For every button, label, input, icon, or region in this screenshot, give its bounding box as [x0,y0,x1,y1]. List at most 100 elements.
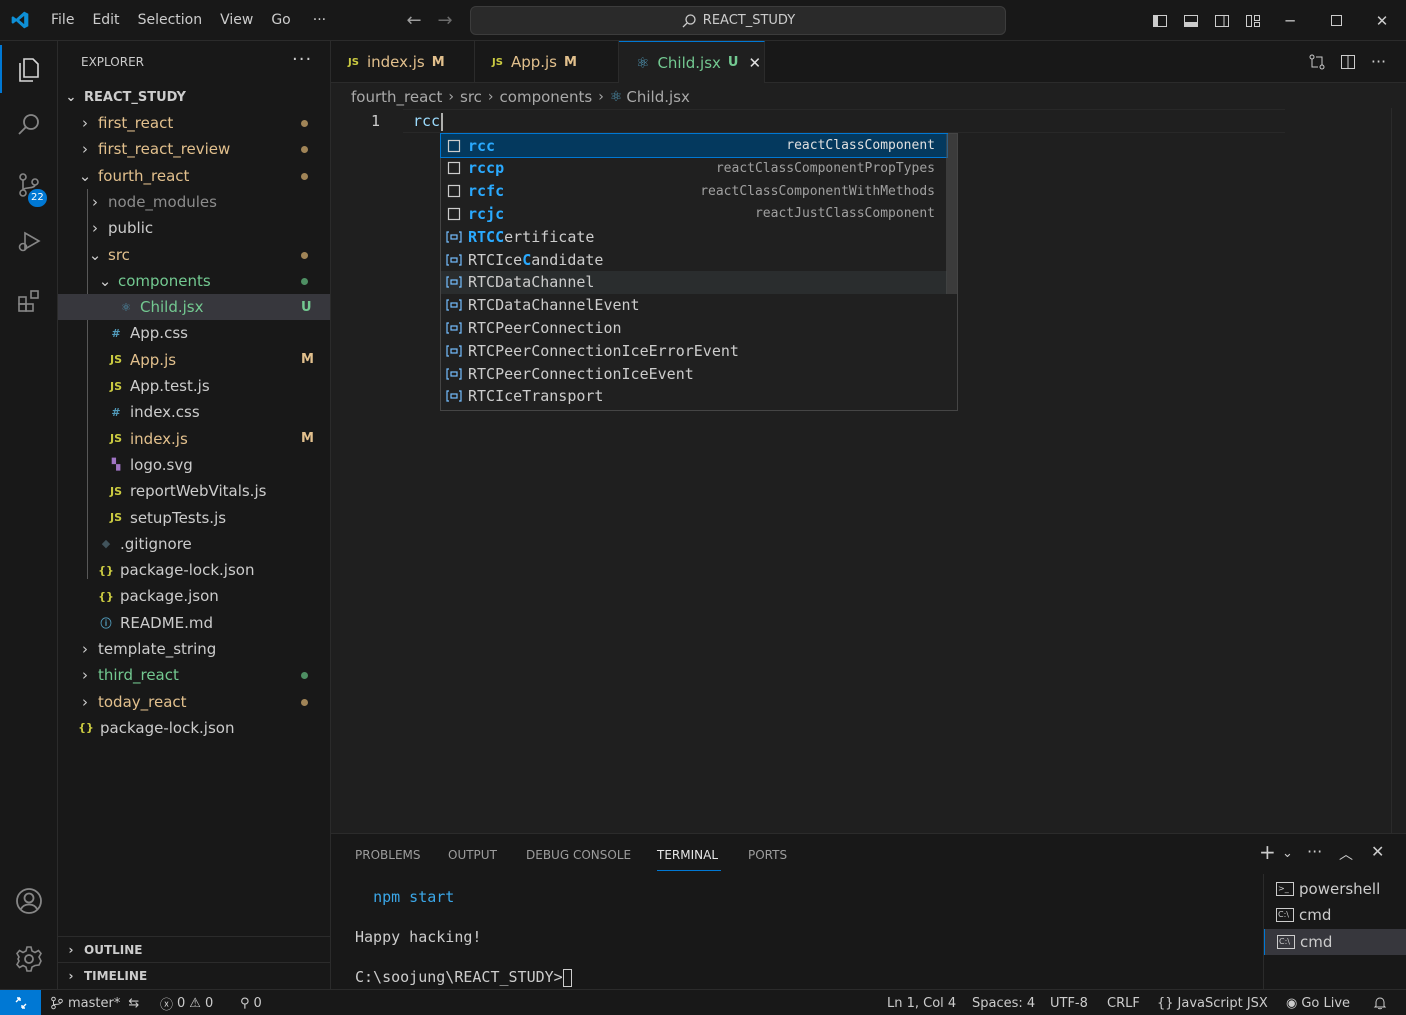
close-panel-icon[interactable]: ✕ [1371,842,1384,861]
terminal-item-cmd[interactable]: C:\ cmd [1264,902,1406,928]
toggle-primary-sidebar-icon[interactable] [1144,0,1175,41]
encoding[interactable]: UTF-8 [1050,990,1088,1015]
cursor-position[interactable]: Ln 1, Col 4 [887,990,956,1015]
suggestion-item[interactable]: rcc reactClassComponent [440,133,948,158]
ports-item[interactable]: ⚲ 0 [240,990,262,1015]
folder-item[interactable]: ⌄ components [58,268,330,294]
file-item[interactable]: ⚛ Child.jsx U [58,294,330,321]
compare-changes-icon[interactable] [1301,41,1332,82]
suggestion-item[interactable]: RTCDataChannel [441,270,947,294]
breadcrumb-item[interactable]: fourth_react [351,88,442,106]
new-terminal-plus-icon[interactable]: + [1259,840,1276,864]
git-branch-item[interactable]: master* ⇆ [50,990,139,1015]
minimize-button[interactable]: ─ [1267,0,1313,41]
customize-layout-icon[interactable] [1237,0,1268,41]
sidebar-more-button[interactable]: ··· [292,49,312,70]
file-item[interactable]: ▚ logo.svg [58,452,330,478]
editor-tab[interactable]: JS index.js M [331,41,475,83]
editor-more-icon[interactable]: ··· [1363,41,1394,82]
file-item[interactable]: ◆ .gitignore [58,531,330,557]
end-of-line[interactable]: CRLF [1107,990,1140,1015]
editor-scrollbar[interactable] [1391,108,1392,833]
file-item[interactable]: JS App.js M [58,347,330,373]
menu-item-selection[interactable]: Selection [129,0,212,41]
menu-item-file[interactable]: File [42,0,83,41]
forward-arrow-icon[interactable]: → [430,10,460,31]
suggestion-item[interactable]: RTCIceTransport [441,385,947,408]
go-live-item[interactable]: ◉ Go Live [1286,990,1350,1015]
panel-tab-debug-console[interactable]: DEBUG CONSOLE [526,848,631,862]
indentation[interactable]: Spaces: 4 [972,990,1035,1015]
workspace-root[interactable]: ⌄ REACT_STUDY [58,84,330,110]
folder-item[interactable]: › node_modules [58,189,330,215]
suggestion-item[interactable]: rcfc reactClassComponentWithMethods [441,180,947,203]
maximize-panel-icon[interactable]: ︿ [1339,844,1353,864]
breadcrumb-item[interactable]: Child.jsx [626,88,689,106]
folder-item[interactable]: › third_react [58,662,330,688]
file-item[interactable]: ⓘ README.md [58,610,330,636]
file-item[interactable]: # index.css [58,399,330,425]
breadcrumb-item[interactable]: components [500,88,593,106]
terminal-prompt[interactable]: C:\soojung\REACT_STUDY> [355,968,572,987]
suggestion-item[interactable]: RTCPeerConnectionIceErrorEvent [441,339,947,362]
file-item[interactable]: JS index.js M [58,426,330,452]
folder-item[interactable]: › first_react [58,110,330,136]
command-center-search[interactable]: REACT_STUDY [470,6,1006,35]
close-window-button[interactable]: ✕ [1359,0,1405,41]
suggest-scrollbar[interactable] [946,134,957,294]
explorer-icon[interactable] [0,41,58,97]
chevron-down-icon[interactable]: ⌄ [1282,846,1293,861]
problems-item[interactable]: ⓧ 0 ⚠ 0 [160,990,213,1015]
toggle-secondary-sidebar-icon[interactable] [1206,0,1237,41]
outline-section[interactable]: › OUTLINE [58,936,330,962]
editor-tab[interactable]: JS App.js M [475,41,619,83]
timeline-section[interactable]: › TIMELINE [58,962,330,988]
file-item[interactable]: # App.css [58,320,330,346]
file-item[interactable]: {} package.json [58,583,330,609]
file-item[interactable]: {} package-lock.json [58,715,330,741]
panel-tab-problems[interactable]: PROBLEMS [355,848,421,862]
source-control-icon[interactable]: 22 [0,157,58,213]
folder-item[interactable]: › template_string [58,636,330,662]
extensions-icon[interactable] [0,273,58,329]
language-mode[interactable]: {} JavaScript JSX [1157,990,1268,1015]
vscode-logo-icon[interactable] [0,0,40,41]
editor-tab[interactable]: ⚛ Child.jsx U ✕ [619,41,765,83]
search-view-icon[interactable] [0,97,58,153]
file-item[interactable]: JS setupTests.js [58,505,330,531]
accounts-icon[interactable] [0,873,58,929]
menu-more-button[interactable]: ··· [304,0,335,41]
back-arrow-icon[interactable]: ← [399,10,429,31]
panel-tab-ports[interactable]: PORTS [748,848,787,862]
sync-icon[interactable]: ⇆ [128,996,139,1011]
terminal-item-cmd[interactable]: C:\ cmd [1264,929,1406,955]
panel-tab-terminal[interactable]: TERMINAL [657,848,718,862]
folder-item[interactable]: › first_react_review [58,136,330,162]
toggle-panel-icon[interactable] [1175,0,1206,41]
menu-item-edit[interactable]: Edit [83,0,128,41]
run-debug-icon[interactable] [0,213,58,269]
menu-item-view[interactable]: View [211,0,262,41]
suggestion-item[interactable]: rccp reactClassComponentPropTypes [441,157,947,180]
file-item[interactable]: JS reportWebVitals.js [58,478,330,504]
folder-item[interactable]: ⌄ src [58,242,330,268]
suggestion-item[interactable]: RTCCertificate [441,225,947,248]
suggestion-item[interactable]: RTCIceCandidate [441,248,947,271]
terminal-item-powershell[interactable]: >_ powershell [1264,876,1406,902]
split-editor-icon[interactable] [1332,41,1363,82]
notifications-bell-icon[interactable] [1373,990,1387,1015]
file-item[interactable]: {} package-lock.json [58,557,330,583]
manage-gear-icon[interactable] [0,931,58,987]
suggestion-item[interactable]: RTCDataChannelEvent [441,294,947,317]
panel-more-icon[interactable]: ··· [1307,842,1322,861]
menu-item-go[interactable]: Go [262,0,299,41]
folder-item[interactable]: › public [58,215,330,241]
folder-item[interactable]: › today_react [58,689,330,715]
close-tab-icon[interactable]: ✕ [748,54,761,72]
suggestion-item[interactable]: RTCPeerConnection [441,316,947,339]
folder-item[interactable]: ⌄ fourth_react [58,163,330,189]
suggestion-item[interactable]: rcjc reactJustClassComponent [441,202,947,225]
panel-tab-output[interactable]: OUTPUT [448,848,497,862]
file-item[interactable]: JS App.test.js [58,373,330,399]
code-line[interactable]: rcc [413,112,444,131]
